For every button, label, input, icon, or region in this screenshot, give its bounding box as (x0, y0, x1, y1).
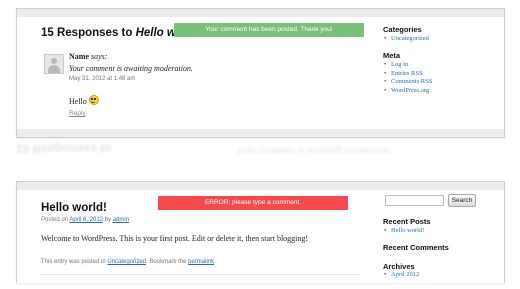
sidebar-item-log-in[interactable]: Log in (383, 61, 432, 70)
panel-top-strip (17, 9, 504, 17)
post-meta-posted: Posted on (41, 217, 70, 223)
moderation-notice: Your comment is awaiting moderation. (69, 64, 193, 73)
post-footer-end: . (214, 259, 216, 265)
error-notice: ERROR: please type a comment. (158, 196, 348, 210)
comment-author-line: Name says: (69, 52, 107, 61)
post-meta: Posted on April 6, 2012 by admin (41, 217, 129, 223)
recent-posts-list: Hello world! (383, 227, 424, 236)
sidebar-item-uncategorized[interactable]: Uncategorized (383, 35, 429, 44)
sidebar-item-entries-rss[interactable]: Entries RSS (383, 70, 432, 79)
post-panel: Hello world! ERROR: please type a commen… (16, 181, 505, 283)
comment-author: Name (69, 52, 89, 61)
responses-heading-prefix: 15 Responses to (41, 27, 136, 39)
search-input[interactable] (385, 195, 444, 206)
categories-heading: Categories (383, 25, 422, 34)
comment-body: Hello (69, 97, 87, 106)
sidebar-item-comments-rss[interactable]: Comments RSS (383, 78, 432, 87)
post-footer-text: This entry was posted in (41, 259, 108, 265)
panel-top-bottom-strip (17, 129, 504, 137)
success-notice: Your comment has been posted. Thank you! (174, 23, 364, 37)
recent-posts-heading: Recent Posts (383, 217, 431, 226)
smiley-icon (88, 95, 99, 105)
post-title[interactable]: Hello world! (41, 202, 107, 214)
recent-comments-heading: Recent Comments (383, 243, 449, 252)
panel-reflection: 15 Responses to Your comment is awaiting… (16, 142, 392, 156)
post-separator (41, 274, 359, 275)
comment-date[interactable]: May 31, 2012 at 1:48 am (69, 76, 135, 82)
meta-heading: Meta (383, 51, 401, 60)
categories-list: Uncategorized (383, 35, 429, 44)
search-button[interactable]: Search (448, 194, 476, 207)
post-body: Welcome to WordPress. This is your first… (41, 234, 309, 243)
post-footer: This entry was posted in Uncategorized. … (41, 259, 216, 265)
meta-list: Log in Entries RSS Comments RSS WordPres… (383, 61, 432, 95)
permalink-link[interactable]: permalink (188, 259, 214, 265)
post-date-link[interactable]: April 6, 2012 (69, 217, 103, 223)
comment-text: Hello (69, 95, 99, 106)
panel-bottom-strip (17, 182, 504, 190)
post-category-link[interactable]: Uncategorized (107, 259, 146, 265)
comment-says: says: (91, 52, 108, 61)
recent-post-hello-world[interactable]: Hello world! (383, 227, 424, 236)
avatar (44, 54, 64, 74)
post-author-link[interactable]: admin (113, 217, 129, 223)
archives-list: April 2012 (383, 271, 419, 280)
reply-link[interactable]: Reply (69, 110, 86, 117)
archive-april-2012[interactable]: April 2012 (383, 271, 419, 280)
comments-panel: 15 Responses to Hello world! Your commen… (16, 8, 505, 138)
post-meta-by: by (103, 217, 113, 223)
post-footer-mid: . Bookmark the (146, 259, 189, 265)
sidebar-item-wordpress-org[interactable]: WordPress.org (383, 87, 432, 96)
archives-heading: Archives (383, 262, 415, 271)
